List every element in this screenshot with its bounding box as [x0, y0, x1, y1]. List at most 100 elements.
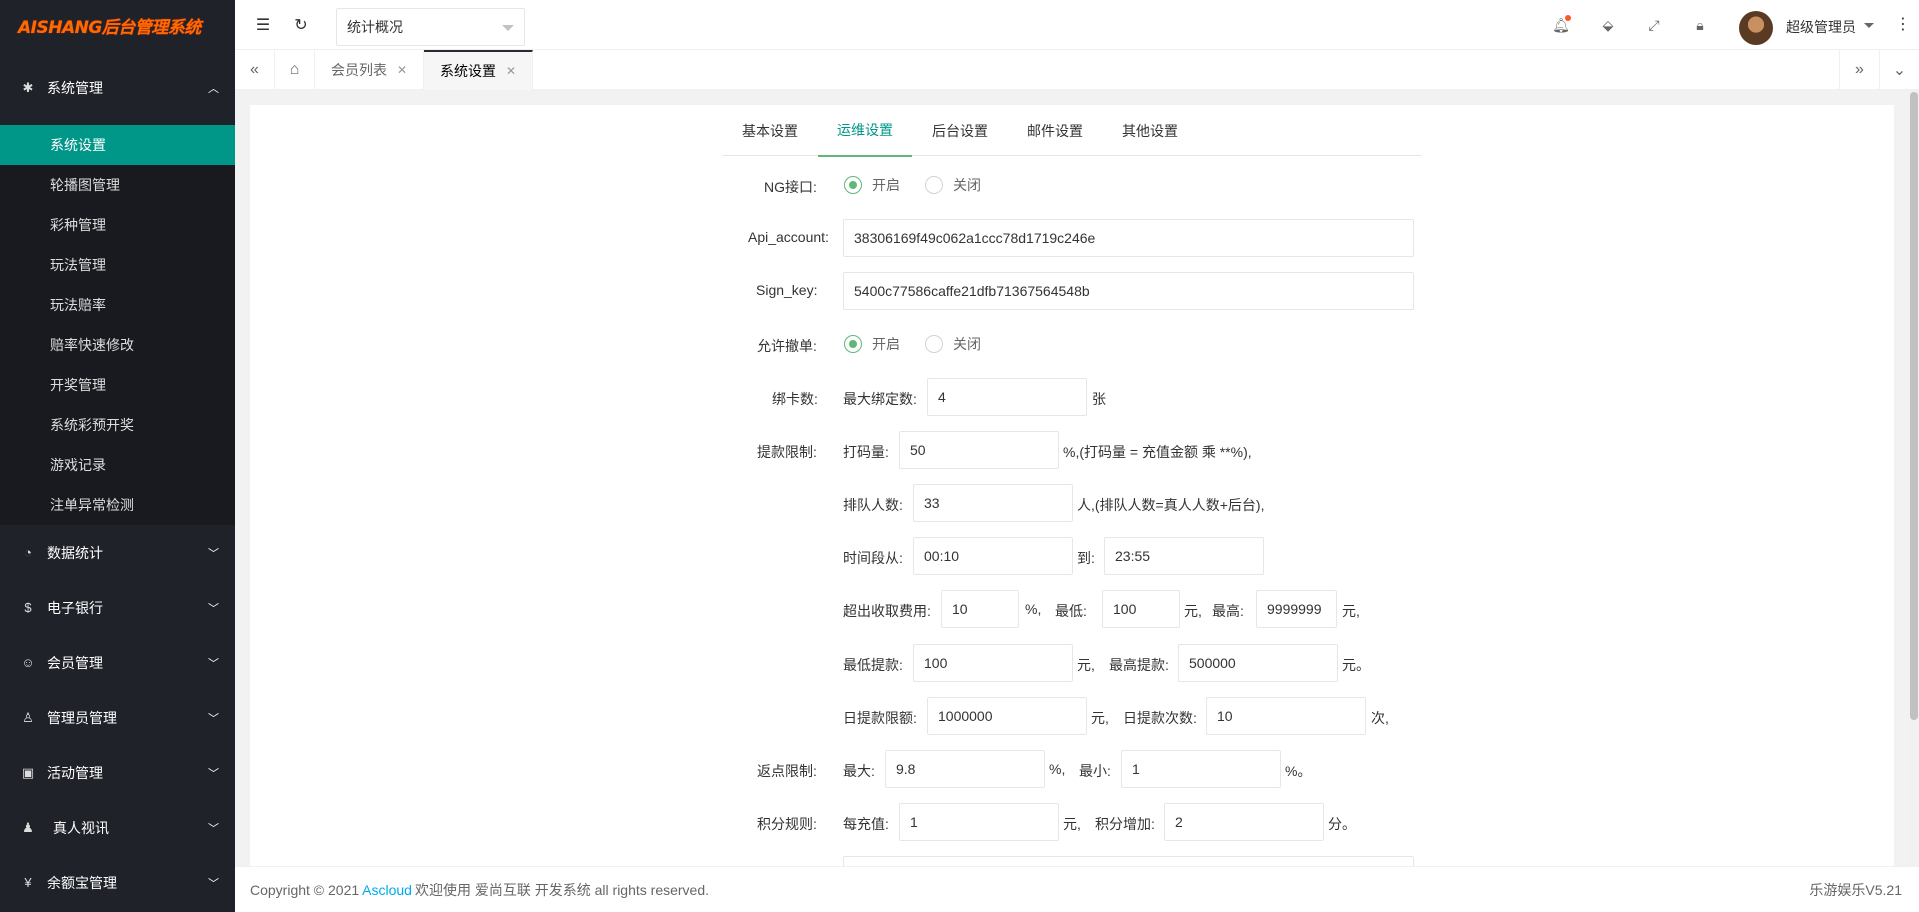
rebate-max-input[interactable]: 9.8 [885, 750, 1045, 788]
sidebar-menu-label: 会员管理 [47, 654, 103, 671]
queue-input[interactable]: 33 [913, 484, 1073, 522]
ng-on-radio[interactable]: 开启 [844, 175, 900, 195]
sign-key-input[interactable]: 5400c77586caffe21dfb71367564548b [843, 272, 1414, 310]
form-tab-label: 后台设置 [932, 122, 988, 139]
lock-icon[interactable]: 🔒︎ [1690, 15, 1710, 35]
fullscreen-icon[interactable]: ⤢ [1644, 15, 1664, 35]
content-scrollbar[interactable] [1909, 90, 1919, 866]
tabs-scroll-left-icon[interactable]: « [235, 50, 275, 90]
footer-copyright: Copyright © 2021 [250, 881, 360, 898]
bell-icon[interactable]: 🔔︎ [1551, 15, 1571, 35]
sidebar-item-label: 系统彩预开奖 [50, 417, 134, 433]
yen-icon: ¥ [24, 875, 32, 890]
queue-note: 人,(排队人数=真人人数+后台), [1077, 497, 1265, 513]
sidebar-item-play-odds[interactable]: 玩法赔率 [0, 285, 235, 325]
daily-limit-input[interactable]: 1000000 [927, 697, 1087, 735]
fee-min-input[interactable]: 100 [1102, 590, 1180, 628]
per-recharge-input[interactable]: 1 [899, 803, 1059, 841]
sidebar-menu-yuebao[interactable]: ¥ 余额宝管理 ﹀ [0, 855, 235, 910]
sidebar-menu-activities[interactable]: ▣ 活动管理 ﹀ [0, 745, 235, 800]
max-bind-input[interactable]: 4 [927, 378, 1087, 416]
sidebar-item-bet-anomaly[interactable]: 注单异常检测 [0, 485, 235, 525]
daily-times-input[interactable]: 10 [1206, 697, 1366, 735]
tabs-scroll-right-icon[interactable]: » [1839, 50, 1879, 90]
form-tab-label: 基本设置 [742, 122, 798, 139]
overview-select[interactable]: 统计概况 [336, 8, 525, 46]
form-tab-basic[interactable]: 基本设置 [742, 105, 798, 156]
sidebar-menu-label: 数据统计 [47, 544, 103, 561]
bet-note: %,(打码量 = 充值金额 乘 **%), [1063, 444, 1252, 460]
ng-off-radio[interactable]: 关闭 [925, 175, 981, 195]
time-to-input[interactable]: 23:55 [1104, 537, 1264, 575]
bet-label: 打码量: [843, 444, 889, 460]
sidebar-item-odds-quick-edit[interactable]: 赔率快速修改 [0, 325, 235, 365]
scrollbar-thumb[interactable] [1910, 92, 1918, 720]
sidebar-item-label: 系统设置 [50, 137, 106, 153]
form-tab-mail[interactable]: 邮件设置 [1027, 105, 1083, 156]
fee-max-input[interactable]: 9999999 [1256, 590, 1337, 628]
next-input-partial[interactable] [843, 856, 1414, 866]
caret-down-icon [502, 25, 514, 31]
time-from-input[interactable]: 00:10 [913, 537, 1073, 575]
radio-label: 开启 [872, 177, 900, 193]
fee-input[interactable]: 10 [941, 590, 1019, 628]
min-withdraw-label: 最低提款: [843, 657, 903, 673]
sidebar-item-game-records[interactable]: 游戏记录 [0, 445, 235, 485]
form-tab-other[interactable]: 其他设置 [1122, 105, 1178, 156]
footer-link[interactable]: Ascloud [362, 882, 412, 898]
sidebar-menu-label: 电子银行 [47, 599, 103, 616]
rebate-min-label: 最小: [1079, 763, 1111, 779]
sidebar-menu-admins[interactable]: ♙ 管理员管理 ﹀ [0, 690, 235, 745]
bet-input[interactable]: 50 [899, 431, 1059, 469]
sidebar-item-label: 开奖管理 [50, 377, 106, 393]
home-icon[interactable]: ⌂ [275, 50, 315, 90]
rebate-min-input[interactable]: 1 [1121, 750, 1281, 788]
sidebar-menu-system[interactable]: ✱ 系统管理 ︿ [0, 50, 235, 125]
gift-icon: ▣ [21, 764, 35, 780]
avatar[interactable] [1739, 11, 1773, 45]
notification-dot [1565, 15, 1571, 21]
user-name[interactable]: 超级管理员 [1786, 17, 1856, 37]
form-tab-ops[interactable]: 运维设置 [818, 105, 912, 157]
tabs-dropdown-icon[interactable]: ⌄ [1879, 50, 1919, 90]
fee-unit: %, [1025, 601, 1042, 617]
sidebar-item-lottery-types[interactable]: 彩种管理 [0, 205, 235, 245]
sidebar-item-draw-management[interactable]: 开奖管理 [0, 365, 235, 405]
sidebar-item-system-settings[interactable]: 系统设置 [0, 125, 235, 165]
min-withdraw-input[interactable]: 100 [913, 644, 1073, 682]
sidebar-item-pre-draw[interactable]: 系统彩预开奖 [0, 405, 235, 445]
max-withdraw-label: 最高提款: [1109, 657, 1169, 673]
daily-times-label: 日提款次数: [1123, 710, 1197, 726]
sidebar: AISHANG后台管理系统 ✱ 系统管理 ︿ 系统设置 轮播图管理 彩种管理 玩… [0, 0, 235, 912]
user-caret-icon[interactable] [1864, 23, 1874, 28]
sidebar-menu-members[interactable]: ☺ 会员管理 ﹀ [0, 635, 235, 690]
user-icon: ♙ [22, 709, 34, 725]
sidebar-menu-ebank[interactable]: $ 电子银行 ﹀ [0, 580, 235, 635]
refresh-icon[interactable]: ↻ [290, 14, 312, 36]
more-vertical-icon[interactable]: ⋮ [1895, 14, 1911, 34]
cancel-off-radio[interactable]: 关闭 [925, 334, 981, 354]
sidebar-item-carousel[interactable]: 轮播图管理 [0, 165, 235, 205]
menu-toggle-icon[interactable]: ☰ [252, 14, 274, 36]
points-add-input[interactable]: 2 [1164, 803, 1324, 841]
tab-system-settings[interactable]: 系统设置 ✕ [424, 50, 534, 90]
close-icon[interactable]: ✕ [397, 63, 407, 77]
api-account-input[interactable]: 38306169f49c062a1ccc78d1719c246e [843, 219, 1414, 257]
sidebar-menu-statistics[interactable]: ◔ 数据统计 ﹀ [0, 525, 235, 580]
form-tab-backend[interactable]: 后台设置 [932, 105, 988, 156]
close-icon[interactable]: ✕ [506, 64, 516, 78]
tab-label: 系统设置 [440, 63, 496, 79]
sidebar-item-play-methods[interactable]: 玩法管理 [0, 245, 235, 285]
cancel-on-radio[interactable]: 开启 [844, 334, 900, 354]
tab-member-list[interactable]: 会员列表 ✕ [315, 50, 425, 90]
logo-text: AISHANG后台管理系统 [18, 17, 201, 38]
radio-label: 开启 [872, 336, 900, 352]
fee-max-unit: 元, [1342, 603, 1360, 619]
max-withdraw-input[interactable]: 500000 [1178, 644, 1338, 682]
tag-icon[interactable]: ⬙ [1598, 15, 1618, 35]
footer-text: 欢迎使用 爱尚互联 开发系统 all rights reserved. [414, 881, 710, 898]
form-tabs: 基本设置 运维设置 后台设置 邮件设置 其他设置 [722, 105, 1422, 157]
form-tab-label: 邮件设置 [1027, 122, 1083, 139]
sidebar-menu-live-video[interactable]: ♟ 真人视讯 ﹀ [0, 800, 235, 855]
gear-icon: ✱ [22, 79, 34, 95]
